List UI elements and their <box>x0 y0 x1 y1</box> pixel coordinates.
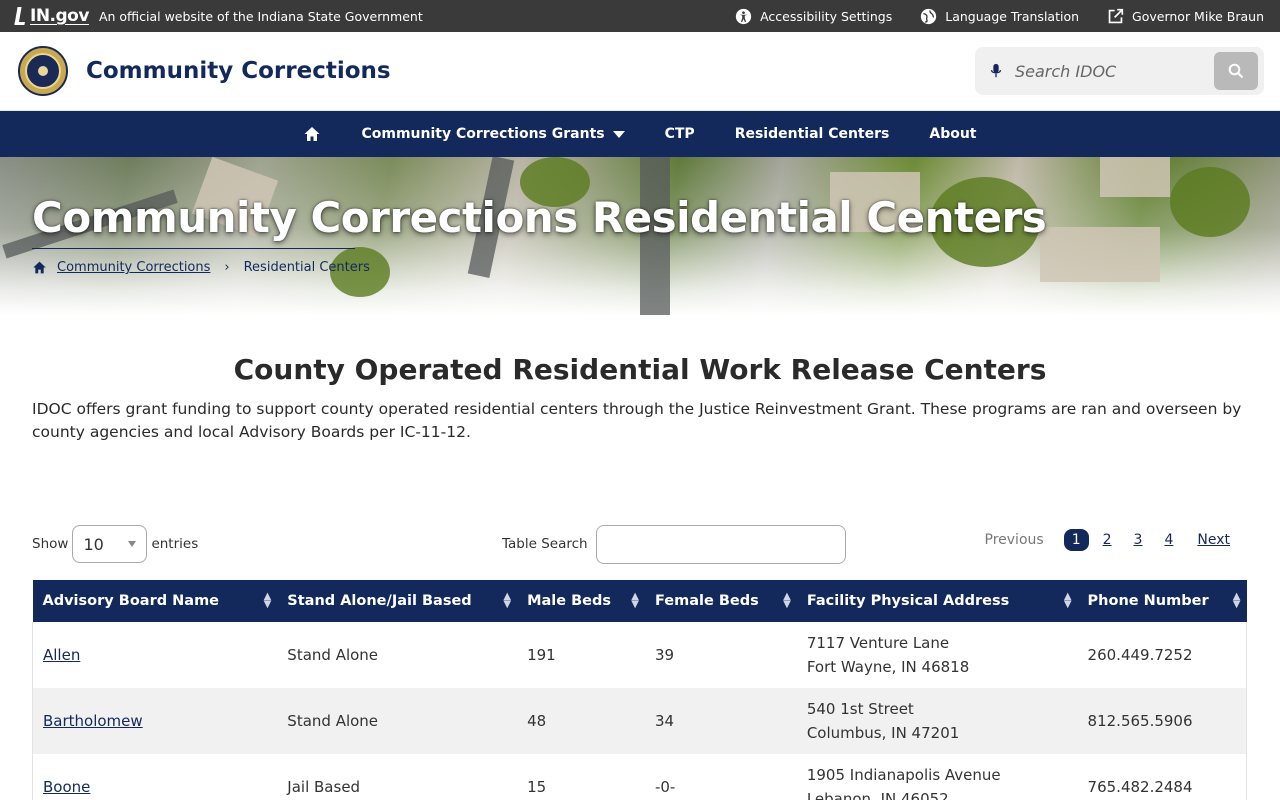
table-controls: Show 10 entries Table Search Previous 1 … <box>32 524 1248 564</box>
pagination: Previous 1 2 3 4 Next <box>977 528 1238 552</box>
external-link-icon <box>1108 8 1124 23</box>
residential-centers-table: Advisory Board Name ▲ ▼ Stand Alone/Jail B… <box>32 580 1247 800</box>
breadcrumb: Community Corrections › Residential Cent… <box>32 260 370 275</box>
table-row: Allen Stand Alone 191 39 7117 Venture La… <box>32 622 1247 688</box>
language-translation-link[interactable]: Language Translation <box>920 8 1079 25</box>
column-header-type[interactable]: Stand Alone/Jail Based ▲ ▼ <box>277 580 518 622</box>
accessibility-settings-link[interactable]: Accessibility Settings <box>735 8 892 25</box>
governor-link[interactable]: Governor Mike Braun <box>1107 8 1264 25</box>
column-header-female-beds[interactable]: Female Beds ▲ ▼ <box>644 580 797 622</box>
advisory-board-link[interactable]: Allen <box>43 646 80 664</box>
column-header-address[interactable]: Facility Physical Address ▲ ▼ <box>796 580 1078 622</box>
nav-home[interactable] <box>283 111 341 157</box>
table-search-input[interactable] <box>595 524 846 564</box>
advisory-board-link[interactable]: Bartholomew <box>43 712 143 730</box>
entries-select[interactable]: 10 <box>72 525 148 563</box>
nav-about[interactable]: About <box>909 111 996 157</box>
gov-utility-links: Accessibility Settings Language Translat… <box>735 8 1264 25</box>
column-header-advisory-board[interactable]: Advisory Board Name ▲ ▼ <box>32 580 278 622</box>
indiana-logo-icon <box>14 7 28 25</box>
page-title: Community Corrections Residential Center… <box>32 193 1047 242</box>
column-header-phone[interactable]: Phone Number ▲ ▼ <box>1077 580 1247 622</box>
site-title[interactable]: Community Corrections <box>86 58 391 84</box>
pagination-page-3[interactable]: 3 <box>1126 528 1151 552</box>
intro-paragraph: IDOC offers grant funding to support cou… <box>32 400 1242 441</box>
home-icon[interactable] <box>32 260 47 275</box>
sort-icon: ▲ ▼ <box>631 591 639 610</box>
sort-icon: ▲ ▼ <box>1232 591 1241 610</box>
in-gov-logo[interactable]: IN.gov <box>14 6 89 26</box>
nav-residential-centers[interactable]: Residential Centers <box>715 111 910 157</box>
sort-icon: ▲ ▼ <box>783 591 791 610</box>
search-input[interactable] <box>1015 61 1205 81</box>
sort-icon: ▲ ▼ <box>1063 591 1072 610</box>
breadcrumb-community-corrections[interactable]: Community Corrections <box>57 260 210 275</box>
pagination-page-1[interactable]: 1 <box>1063 529 1089 551</box>
column-header-male-beds[interactable]: Male Beds ▲ ▼ <box>517 580 645 622</box>
entries-control: Show 10 entries <box>32 524 198 564</box>
advisory-board-link[interactable]: Boone <box>43 778 90 796</box>
search-icon <box>1228 63 1244 79</box>
pagination-page-4[interactable]: 4 <box>1156 528 1181 552</box>
table-search: Table Search <box>502 524 846 564</box>
main-nav: Community Corrections Grants CTP Residen… <box>0 111 1280 157</box>
nav-community-corrections-grants[interactable]: Community Corrections Grants <box>341 111 644 157</box>
pagination-next[interactable]: Next <box>1187 528 1238 552</box>
microphone-icon[interactable] <box>989 63 1003 79</box>
home-icon <box>304 127 320 141</box>
accessibility-icon <box>735 8 752 24</box>
official-website-notice: An official website of the Indiana State… <box>98 8 423 24</box>
nav-ctp[interactable]: CTP <box>645 111 715 157</box>
dropdown-arrow-icon <box>128 541 137 547</box>
chevron-down-icon <box>612 130 625 138</box>
sort-icon: ▲ ▼ <box>503 591 512 610</box>
search-button[interactable] <box>1214 52 1258 90</box>
title-divider <box>32 248 355 249</box>
site-header: Community Corrections <box>0 32 1280 111</box>
section-title: County Operated Residential Work Release… <box>233 353 1047 386</box>
search-box <box>975 47 1264 95</box>
hero-banner: Community Corrections Residential Center… <box>0 157 1280 315</box>
main-content: County Operated Residential Work Release… <box>0 353 1280 800</box>
sort-icon: ▲ ▼ <box>263 591 272 610</box>
chevron-right-icon: › <box>224 260 230 275</box>
pagination-page-2[interactable]: 2 <box>1095 528 1120 552</box>
indiana-seal-logo[interactable] <box>18 46 68 96</box>
table-row: Bartholomew Stand Alone 48 34 540 1st St… <box>32 688 1247 754</box>
globe-icon <box>921 8 937 24</box>
table-header-row: Advisory Board Name ▲ ▼ Stand Alone/Jail B… <box>32 580 1247 622</box>
pagination-previous[interactable]: Previous <box>977 528 1058 552</box>
breadcrumb-current: Residential Centers <box>243 260 370 275</box>
gov-bar: IN.gov An official website of the Indian… <box>0 0 1280 32</box>
table-row: Boone Jail Based 15 -0- 1905 Indianapoli… <box>32 754 1247 800</box>
